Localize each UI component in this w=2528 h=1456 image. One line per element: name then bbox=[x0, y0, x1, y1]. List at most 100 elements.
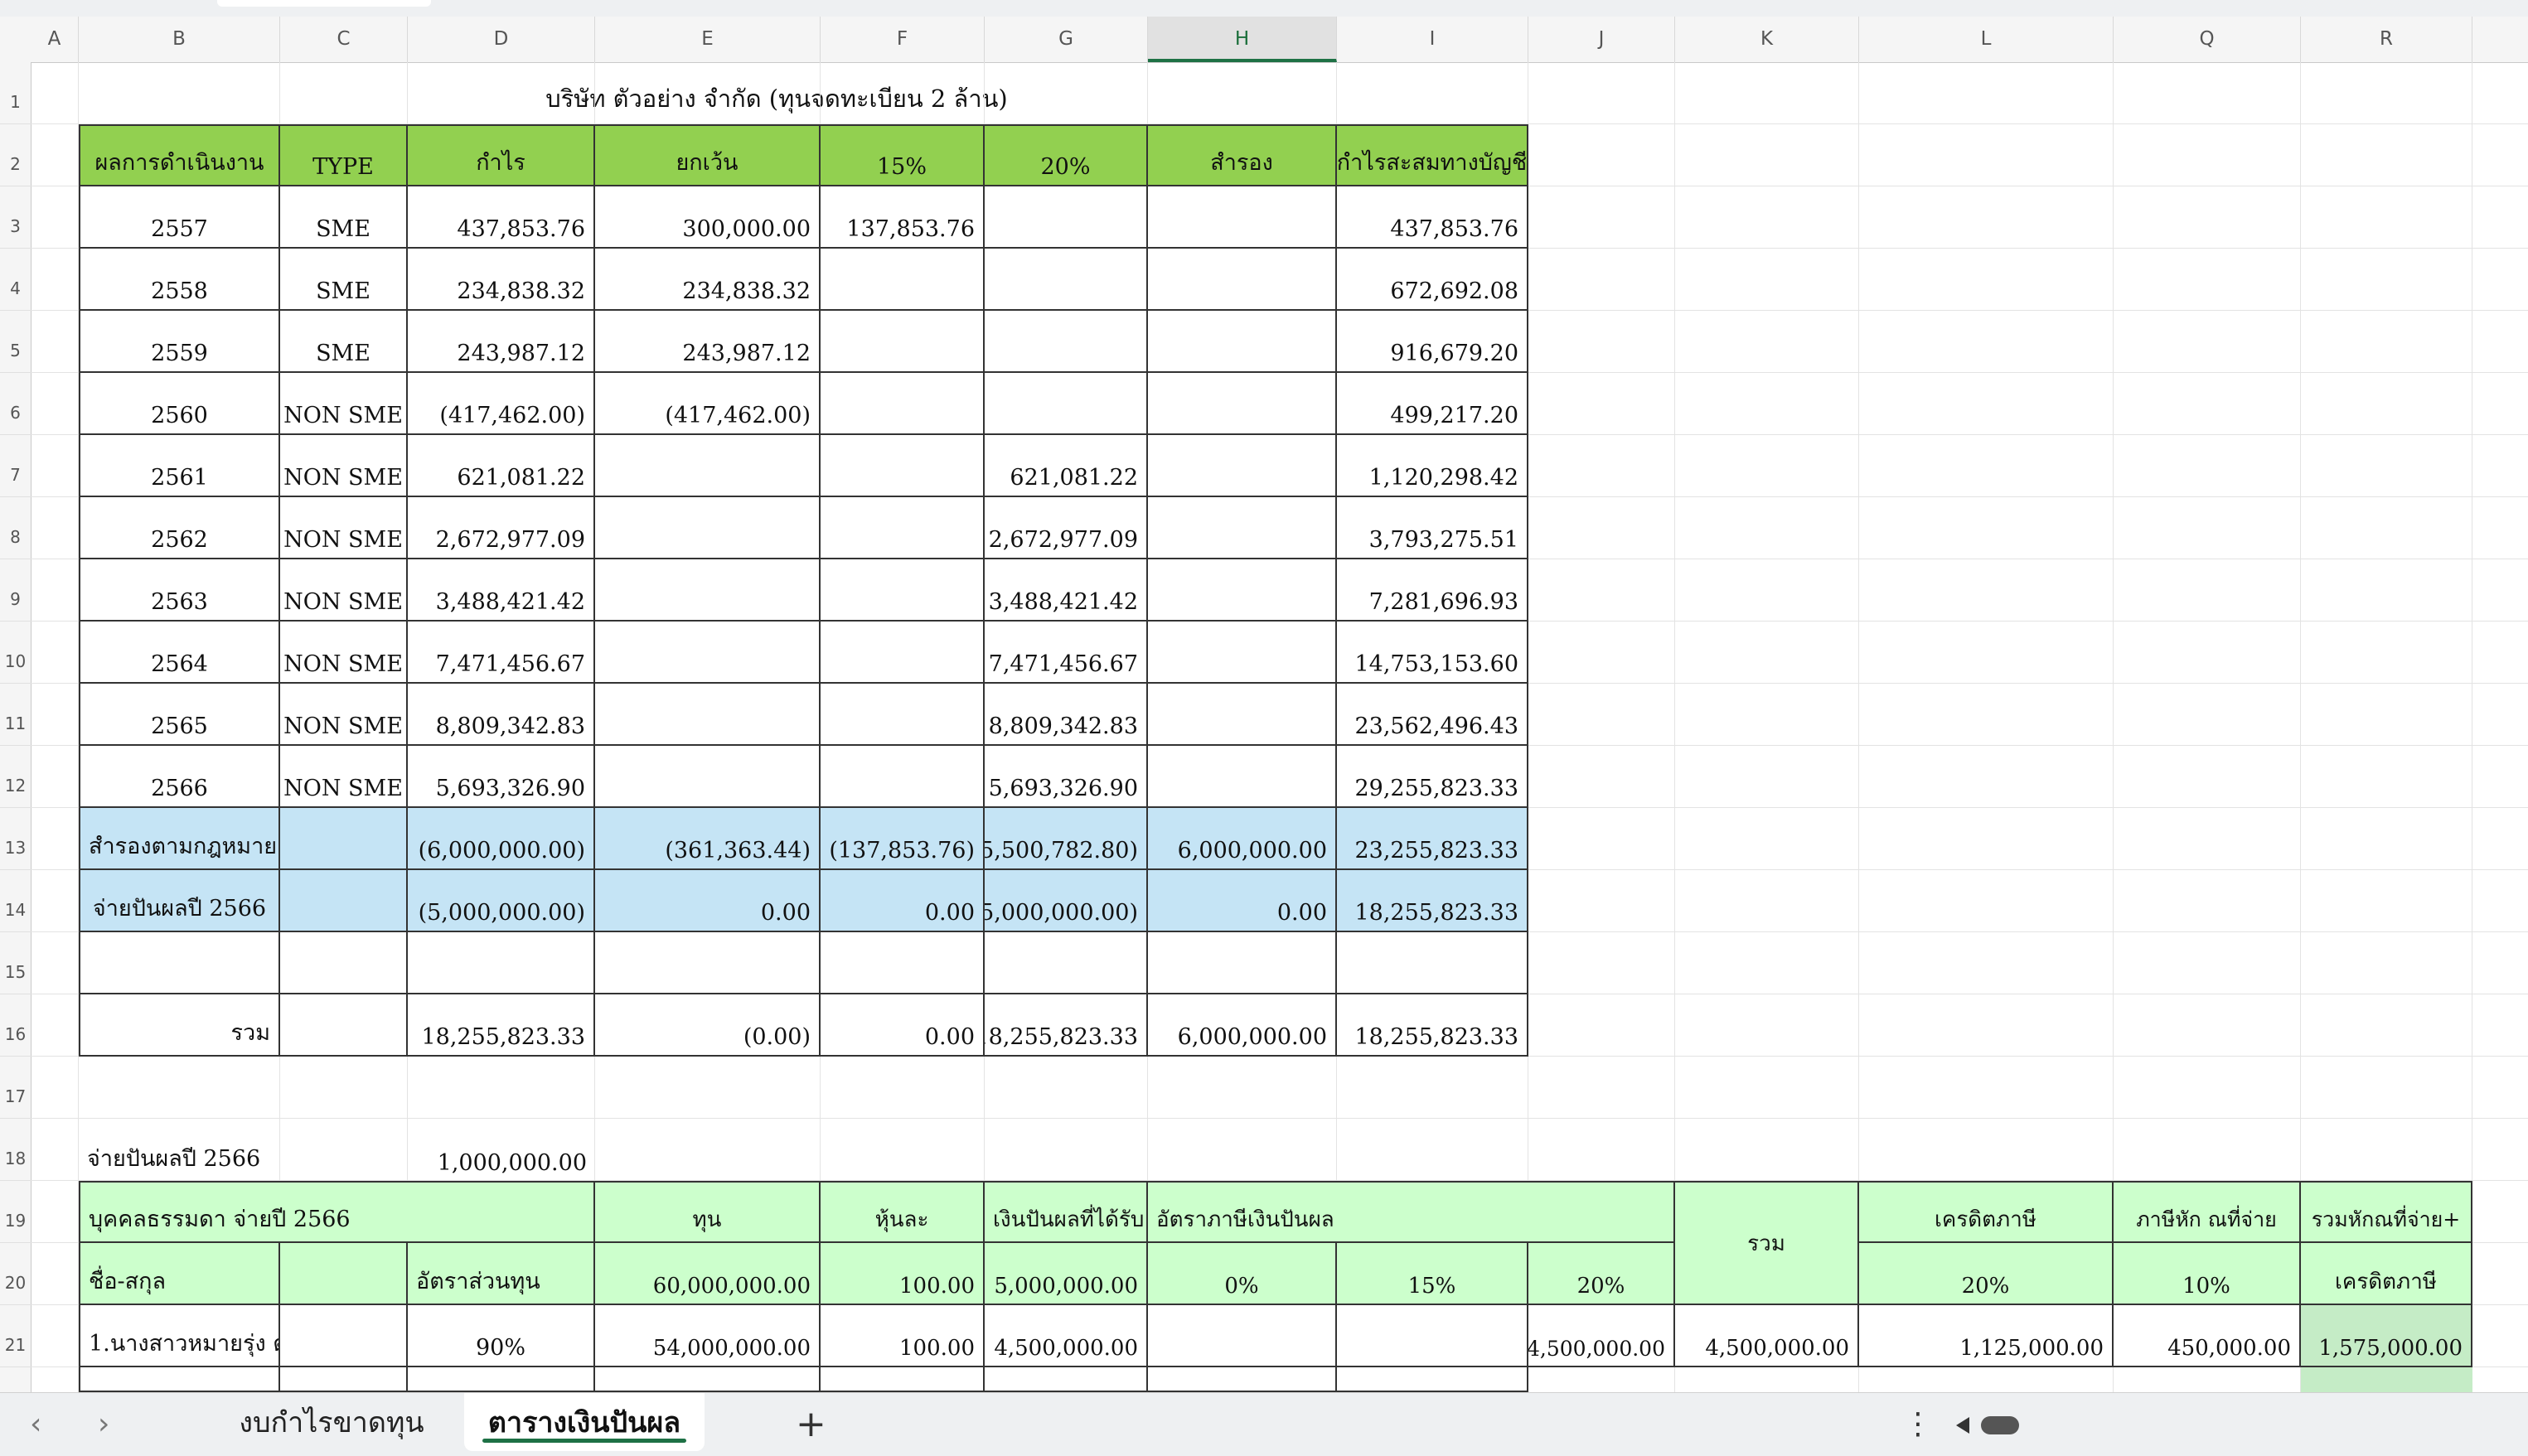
row-header-13[interactable]: 13 bbox=[0, 808, 31, 870]
row-header-6[interactable]: 6 bbox=[0, 373, 31, 435]
table1-cell[interactable]: NON SME bbox=[280, 373, 408, 435]
row-header-8[interactable]: 8 bbox=[0, 497, 31, 559]
table1-cell[interactable]: 3,793,275.51 bbox=[1337, 497, 1528, 559]
row-header-12[interactable]: 12 bbox=[0, 746, 31, 808]
table1-cell[interactable]: 916,679.20 bbox=[1337, 311, 1528, 373]
table1-cell[interactable] bbox=[985, 186, 1148, 249]
table1-dividend-cell[interactable]: 0.00 bbox=[821, 870, 985, 932]
table1-cell[interactable]: NON SME bbox=[280, 746, 408, 808]
table1-cell[interactable]: 2562 bbox=[79, 497, 280, 559]
table1-cell[interactable] bbox=[985, 373, 1148, 435]
row-header-1[interactable]: 1 bbox=[0, 62, 31, 124]
table2-person-dividend[interactable]: 4,500,000.00 bbox=[985, 1305, 1148, 1367]
table1-cell[interactable] bbox=[1148, 435, 1337, 497]
table1-total-cell[interactable]: (0.00) bbox=[595, 994, 821, 1057]
table1-total-cell[interactable]: 6,000,000.00 bbox=[1148, 994, 1337, 1057]
column-header-q[interactable]: Q bbox=[2114, 17, 2301, 62]
table2-empty-header[interactable] bbox=[280, 1243, 408, 1305]
column-header-j[interactable]: J bbox=[1528, 17, 1675, 62]
table1-total-cell[interactable] bbox=[280, 994, 408, 1057]
table2-credit-header[interactable]: เครดิตภาษี bbox=[1859, 1181, 2114, 1243]
column-header-k[interactable]: K bbox=[1675, 17, 1859, 62]
column-header-r[interactable]: R bbox=[2301, 17, 2472, 62]
table2-dividend-header[interactable]: เงินปันผลที่ได้รับ bbox=[985, 1181, 1148, 1243]
table1-dividend-cell[interactable]: (5,000,000.00) bbox=[985, 870, 1148, 932]
table2-person-empty[interactable] bbox=[280, 1305, 408, 1367]
table2-rate-15[interactable]: 15% bbox=[1337, 1243, 1528, 1305]
table1-reserve-cell[interactable]: (137,853.76) bbox=[821, 808, 985, 870]
table2-capital-header[interactable]: ทุน bbox=[595, 1181, 821, 1243]
table1-total-cell[interactable]: รวม bbox=[79, 994, 280, 1057]
table2-per-share-header[interactable]: หุ้นละ bbox=[821, 1181, 985, 1243]
row-header-10[interactable]: 10 bbox=[0, 622, 31, 684]
table1-cell[interactable] bbox=[821, 435, 985, 497]
table2-withholding-header[interactable]: ภาษีหัก ณที่จ่าย bbox=[2114, 1181, 2301, 1243]
table1-cell[interactable] bbox=[1148, 559, 1337, 622]
table1-cell[interactable]: SME bbox=[280, 249, 408, 311]
table1-dividend-cell[interactable]: 18,255,823.33 bbox=[1337, 870, 1528, 932]
table1-cell[interactable]: NON SME bbox=[280, 497, 408, 559]
column-header-a[interactable]: A bbox=[31, 17, 79, 62]
table2-person-withholding[interactable]: 450,000.00 bbox=[2114, 1305, 2301, 1367]
table2-capital-total[interactable]: 60,000,000.00 bbox=[595, 1243, 821, 1305]
table1-cell[interactable] bbox=[1148, 373, 1337, 435]
table1-dividend-cell[interactable]: จ่ายปันผลปี 2566 bbox=[79, 870, 280, 932]
table1-total-cell[interactable]: 18,255,823.33 bbox=[985, 994, 1148, 1057]
table1-cell[interactable]: 672,692.08 bbox=[1337, 249, 1528, 311]
row-header-16[interactable]: 16 bbox=[0, 994, 31, 1057]
table2-next-row-cell[interactable] bbox=[79, 1367, 280, 1392]
row-header-15[interactable]: 15 bbox=[0, 932, 31, 994]
table2-person-credit[interactable]: 1,125,000.00 bbox=[1859, 1305, 2114, 1367]
table1-cell[interactable]: 234,838.32 bbox=[595, 249, 821, 311]
table1-cell[interactable] bbox=[1148, 249, 1337, 311]
row-header-2[interactable]: 2 bbox=[0, 124, 31, 186]
table2-person-capital[interactable]: 54,000,000.00 bbox=[595, 1305, 821, 1367]
table1-total-cell[interactable]: 18,255,823.33 bbox=[408, 994, 595, 1057]
table1-header-4[interactable]: 15% bbox=[821, 124, 985, 186]
table2-next-row-cell[interactable] bbox=[595, 1367, 821, 1392]
table1-reserve-cell[interactable]: (6,000,000.00) bbox=[408, 808, 595, 870]
table1-cell[interactable] bbox=[595, 559, 821, 622]
row-header-21[interactable]: 21 bbox=[0, 1305, 31, 1367]
table1-cell[interactable]: 23,562,496.43 bbox=[1337, 684, 1528, 746]
table2-next-row-cell[interactable] bbox=[985, 1367, 1148, 1392]
table1-blank-cell[interactable] bbox=[1148, 932, 1337, 994]
table1-dividend-cell[interactable]: (5,000,000.00) bbox=[408, 870, 595, 932]
column-header-h[interactable]: H bbox=[1148, 17, 1337, 62]
table2-person-per-share[interactable]: 100.00 bbox=[821, 1305, 985, 1367]
table1-cell[interactable] bbox=[821, 497, 985, 559]
row-header-4[interactable]: 4 bbox=[0, 249, 31, 311]
horizontal-scrollbar[interactable] bbox=[1956, 1413, 2528, 1438]
dividend-note-value[interactable]: 1,000,000.00 bbox=[408, 1119, 595, 1181]
table1-cell[interactable]: 2558 bbox=[79, 249, 280, 311]
row-header-3[interactable]: 3 bbox=[0, 186, 31, 249]
scrollbar-thumb[interactable] bbox=[1981, 1416, 2019, 1434]
dividend-note-label[interactable]: จ่ายปันผลปี 2566 bbox=[79, 1119, 327, 1181]
table2-withholding-rate[interactable]: 10% bbox=[2114, 1243, 2301, 1305]
next-sheet-button[interactable]: › bbox=[98, 1393, 109, 1456]
table1-header-7[interactable]: กำไรสะสมทางบัญชี bbox=[1337, 124, 1528, 186]
table1-cell[interactable]: 2564 bbox=[79, 622, 280, 684]
row-header-9[interactable]: 9 bbox=[0, 559, 31, 622]
row-header-19[interactable]: 19 bbox=[0, 1181, 31, 1243]
prev-sheet-button[interactable]: ‹ bbox=[30, 1393, 41, 1456]
table1-cell[interactable]: NON SME bbox=[280, 559, 408, 622]
table2-person-ratio[interactable]: 90% bbox=[408, 1305, 595, 1367]
table1-reserve-cell[interactable] bbox=[280, 808, 408, 870]
table1-cell[interactable]: 29,255,823.33 bbox=[1337, 746, 1528, 808]
table1-reserve-cell[interactable]: (361,363.44) bbox=[595, 808, 821, 870]
table1-cell[interactable] bbox=[1148, 746, 1337, 808]
table1-reserve-cell[interactable]: 6,000,000.00 bbox=[1148, 808, 1337, 870]
table2-next-row-cell[interactable] bbox=[2301, 1367, 2472, 1392]
table1-cell[interactable] bbox=[595, 435, 821, 497]
table1-cell[interactable]: NON SME bbox=[280, 622, 408, 684]
table1-cell[interactable]: 2561 bbox=[79, 435, 280, 497]
row-header-7[interactable]: 7 bbox=[0, 435, 31, 497]
table1-cell[interactable] bbox=[821, 622, 985, 684]
table1-cell[interactable] bbox=[985, 311, 1148, 373]
top-tab-stub[interactable] bbox=[265, 0, 431, 7]
table1-blank-cell[interactable] bbox=[408, 932, 595, 994]
table1-cell[interactable]: 8,809,342.83 bbox=[985, 684, 1148, 746]
column-header-g[interactable]: G bbox=[985, 17, 1148, 62]
table1-header-6[interactable]: สำรอง bbox=[1148, 124, 1337, 186]
